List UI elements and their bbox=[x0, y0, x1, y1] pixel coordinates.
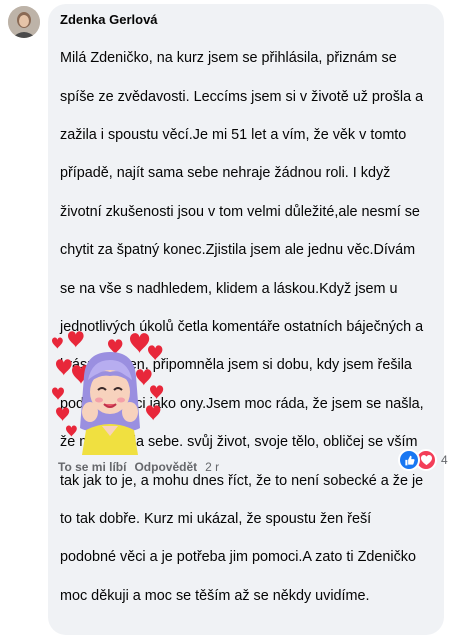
comment-actions: To se mi líbí Odpovědět 2 r bbox=[58, 460, 219, 474]
comment-line: Milá Zdeničko, na kurz jsem se přihlásil… bbox=[60, 50, 397, 67]
comment-author[interactable]: Zdenka Gerlová bbox=[60, 12, 432, 28]
comment-line: chytit za špatný konec.Zjistila jsem ale… bbox=[60, 242, 416, 259]
reaction-summary[interactable]: 4 bbox=[398, 449, 448, 471]
comment-timestamp[interactable]: 2 r bbox=[205, 460, 219, 474]
sticker-image bbox=[52, 331, 164, 455]
avatar-photo bbox=[8, 6, 40, 38]
reaction-count: 4 bbox=[441, 453, 448, 467]
comment-line: se na vše s nadhledem, klidem a láskou.K… bbox=[60, 280, 398, 297]
avatar-hearts-sticker[interactable] bbox=[50, 330, 170, 455]
author-avatar[interactable] bbox=[8, 6, 40, 38]
comment-line: zažila i spoustu věcí.Je mi 51 let a vím… bbox=[60, 127, 407, 144]
comment-line: podobné věci a je potřeba jim pomoci.A z… bbox=[60, 549, 416, 566]
comment-line: tak jak to je, a mohu dnes říct, že to n… bbox=[60, 472, 424, 489]
reply-button[interactable]: Odpovědět bbox=[134, 460, 197, 474]
comment-text: Milá Zdeničko, na kurz jsem se přihlásil… bbox=[60, 30, 432, 625]
comment-bubble: Zdenka Gerlová Milá Zdeničko, na kurz js… bbox=[48, 4, 444, 635]
comment-line: životní zkušenosti jsou v tom velmi důle… bbox=[60, 203, 420, 220]
comment-line: případě, najít sama sebe nehraje žádnou … bbox=[60, 165, 391, 182]
comment-line: spíše ze zvědavosti. Leccíms jsem si v ž… bbox=[60, 88, 424, 105]
comment-line: to tak dobře. Kurz mi ukázal, že spoustu… bbox=[60, 511, 372, 528]
like-button[interactable]: To se mi líbí bbox=[58, 460, 126, 474]
like-icon bbox=[398, 449, 420, 471]
comment-line: moc děkuji a moc se těším až se někdy uv… bbox=[60, 587, 370, 604]
